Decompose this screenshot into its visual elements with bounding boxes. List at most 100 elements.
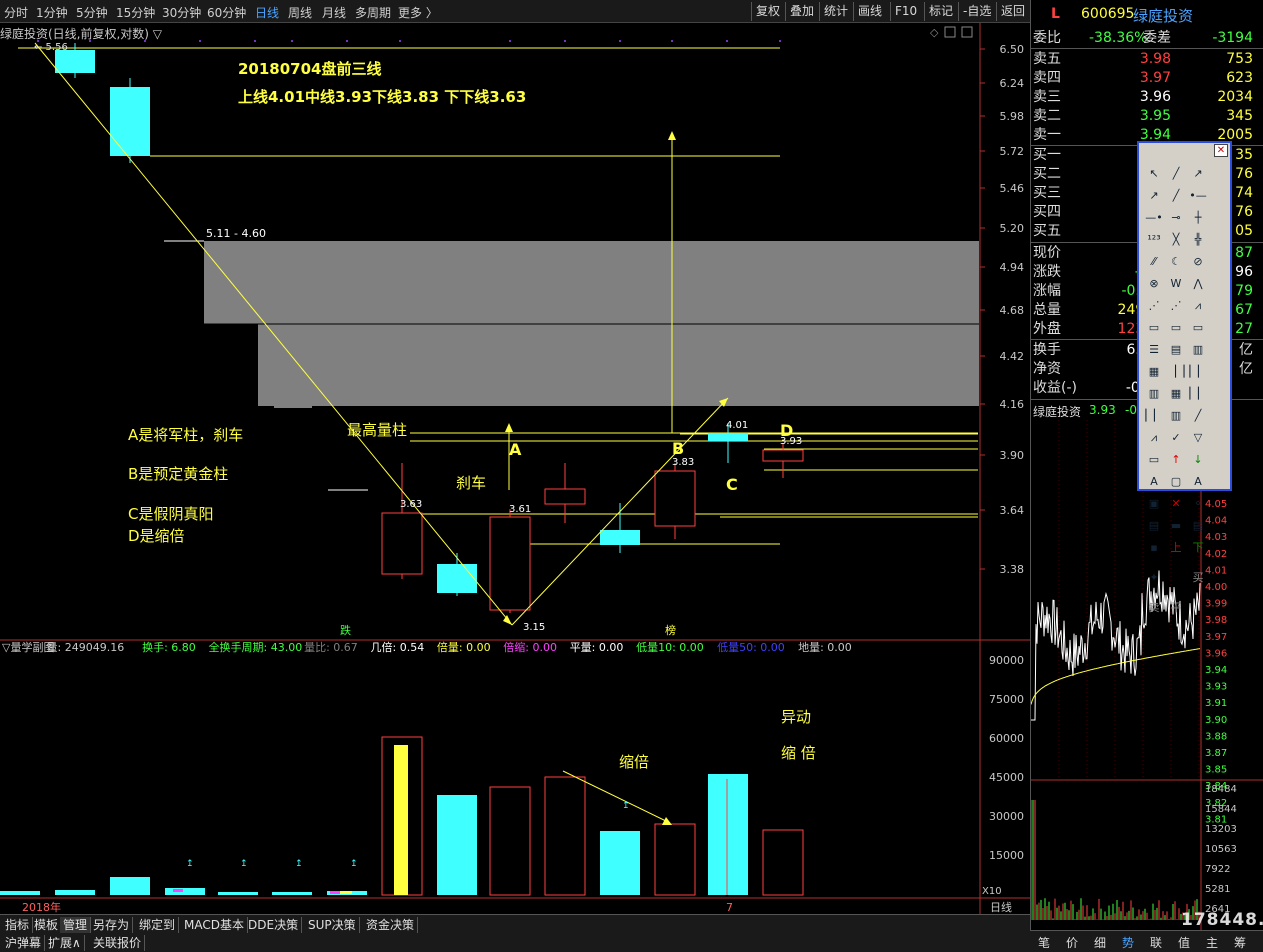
draw-tool-icon-39[interactable]: ▭: [1144, 450, 1164, 470]
draw-tool-icon-53[interactable]: 下: [1188, 538, 1208, 558]
draw-tool-icon-44[interactable]: A: [1188, 472, 1208, 492]
draw-tool-icon-29[interactable]: ▏▏: [1188, 362, 1208, 382]
draw-tool-icon-15[interactable]: ⊗: [1144, 274, 1164, 294]
period-tab-1[interactable]: 1分钟: [36, 4, 68, 21]
draw-tool-icon-26[interactable]: ▥: [1188, 340, 1208, 360]
draw-tool-icon-47[interactable]: ⚬: [1188, 494, 1208, 514]
toolbar-button-2[interactable]: 统计: [819, 2, 852, 21]
period-tab-0[interactable]: 分时: [4, 4, 28, 21]
draw-tool-icon-45[interactable]: ▣: [1144, 494, 1164, 514]
draw-tool-icon-24[interactable]: ☰: [1144, 340, 1164, 360]
draw-tool-icon-28[interactable]: ▕▕: [1166, 362, 1186, 382]
draw-tool-icon-25[interactable]: ▤: [1166, 340, 1186, 360]
draw-tool-icon-50[interactable]: ▤: [1188, 516, 1208, 536]
draw-tool-icon-9[interactable]: ¹²³: [1144, 230, 1164, 250]
draw-tool-icon-30[interactable]: ▥: [1144, 384, 1164, 404]
draw-tool-icon-13[interactable]: ☾: [1166, 252, 1186, 272]
bottom-tab-1[interactable]: 模板: [31, 917, 63, 933]
draw-tool-icon-27[interactable]: ▦: [1144, 362, 1164, 382]
draw-tool-icon-10[interactable]: ╳: [1166, 230, 1186, 250]
toolbar-button-4[interactable]: F10: [890, 2, 921, 21]
period-tab-7[interactable]: 周线: [288, 4, 312, 21]
bottom-tab-2[interactable]: 管理: [60, 917, 92, 933]
draw-tool-icon-42[interactable]: A: [1144, 472, 1164, 492]
draw-tool-icon-55[interactable]: [1166, 560, 1186, 580]
draw-tool-icon-20[interactable]: ⩘: [1188, 296, 1208, 316]
period-tab-5[interactable]: 60分钟: [207, 4, 246, 21]
draw-tool-icon-23[interactable]: ▭: [1188, 318, 1208, 338]
toolbar-button-7[interactable]: 返回: [996, 2, 1029, 21]
period-tab-8[interactable]: 月线: [322, 4, 346, 21]
draw-tool-icon-34[interactable]: ▥: [1166, 406, 1186, 426]
quote-tab-0[interactable]: 笔: [1038, 934, 1050, 951]
bottom-tab-3[interactable]: 另存为: [90, 917, 134, 933]
draw-tool-icon-17[interactable]: ⋀: [1188, 274, 1208, 294]
draw-tool-icon-51[interactable]: ▪: [1144, 538, 1164, 558]
draw-tool-icon-12[interactable]: ⁄⁄: [1144, 252, 1164, 272]
draw-tool-icon-57[interactable]: 卖: [1144, 598, 1164, 618]
draw-tool-icon-22[interactable]: ▭: [1166, 318, 1186, 338]
draw-tool-icon-54[interactable]: ✦: [1144, 568, 1164, 588]
draw-tool-icon-33[interactable]: ▏▏: [1144, 406, 1164, 426]
period-tab-3[interactable]: 15分钟: [116, 4, 155, 21]
quote-tab-7[interactable]: 筹: [1234, 934, 1246, 951]
draw-tool-icon-59[interactable]: [1188, 590, 1208, 610]
draw-tool-icon-11[interactable]: ╬: [1188, 230, 1208, 250]
draw-tool-icon-3[interactable]: ↗: [1144, 186, 1164, 206]
bottom-tab-4[interactable]: 绑定到: [136, 917, 180, 933]
period-tab-9[interactable]: 多周期: [355, 4, 391, 21]
draw-tool-icon-43[interactable]: ▢: [1166, 472, 1186, 492]
bottom-tab-7[interactable]: SUP决策: [305, 917, 360, 933]
quote-tab-6[interactable]: 主: [1206, 934, 1218, 951]
period-tab-6[interactable]: 日线: [255, 4, 279, 21]
draw-tool-icon-52[interactable]: 上: [1166, 538, 1186, 558]
draw-tool-icon-16[interactable]: W: [1166, 274, 1186, 294]
bottom-tab-6[interactable]: DDE决策: [245, 917, 303, 933]
draw-tool-icon-5[interactable]: •—: [1188, 186, 1208, 206]
draw-tool-icon-58[interactable]: 平: [1166, 598, 1186, 618]
draw-tool-icon-14[interactable]: ⊘: [1188, 252, 1208, 272]
close-icon[interactable]: ✕: [1214, 144, 1228, 157]
draw-tool-icon-7[interactable]: ⊸: [1166, 208, 1186, 228]
draw-tool-icon-32[interactable]: ▏▏: [1188, 384, 1208, 404]
draw-tool-icon-37[interactable]: ✓: [1166, 428, 1186, 448]
draw-tool-icon-6[interactable]: —•: [1144, 208, 1164, 228]
toolbar-button-6[interactable]: -自选: [958, 2, 995, 21]
drawing-tools-palette[interactable]: ✕ ↖ ╱ ↗↗ ╱ •——• ⊸ ┼¹²³ ╳ ╬⁄⁄ ☾ ⊘⊗ W ⋀⋰ ⋰ ⩘▭ ▭ ▭☰ ▤ ▥▦ ▕▕ ▏▏▥…: [1137, 141, 1232, 614]
quote-tab-5[interactable]: 值: [1178, 934, 1190, 951]
quote-tab-4[interactable]: 联: [1150, 934, 1162, 951]
draw-tool-icon-21[interactable]: ▭: [1144, 318, 1164, 338]
draw-tool-icon-35[interactable]: ╱: [1188, 406, 1208, 426]
draw-tool-icon-40[interactable]: ↑: [1166, 450, 1186, 470]
period-tab-10[interactable]: 更多 〉: [398, 4, 438, 21]
draw-tool-icon-38[interactable]: ▽: [1188, 428, 1208, 448]
bottom-tab2-1[interactable]: 扩展∧: [45, 935, 85, 951]
draw-tool-icon-2[interactable]: ↗: [1188, 164, 1208, 184]
draw-tool-icon-0[interactable]: ↖: [1144, 164, 1164, 184]
bottom-tab2-2[interactable]: 关联报价: [90, 935, 146, 951]
draw-tool-icon-46[interactable]: ✕: [1166, 494, 1186, 514]
draw-tool-icon-31[interactable]: ▦: [1166, 384, 1186, 404]
toolbar-button-3[interactable]: 画线: [853, 2, 886, 21]
toolbar-button-0[interactable]: 复权: [751, 2, 784, 21]
period-tab-2[interactable]: 5分钟: [76, 4, 108, 21]
toolbar-button-5[interactable]: 标记: [924, 2, 957, 21]
draw-tool-icon-19[interactable]: ⋰: [1166, 296, 1186, 316]
bottom-tab-8[interactable]: 资金决策: [363, 917, 419, 933]
draw-tool-icon-18[interactable]: ⋰: [1144, 296, 1164, 316]
quote-tab-3[interactable]: 势: [1122, 934, 1134, 951]
toolbar-button-1[interactable]: 叠加: [785, 2, 818, 21]
draw-tool-icon-49[interactable]: ▬: [1166, 516, 1186, 536]
quote-tab-2[interactable]: 细: [1094, 934, 1106, 951]
draw-tool-icon-41[interactable]: ↓: [1188, 450, 1208, 470]
draw-tool-icon-48[interactable]: ▤: [1144, 516, 1164, 536]
draw-tool-icon-4[interactable]: ╱: [1166, 186, 1186, 206]
bottom-tab2-0[interactable]: 沪弹幕: [2, 935, 46, 951]
bottom-tab-5[interactable]: MACD基本: [181, 917, 248, 933]
quote-tab-1[interactable]: 价: [1066, 934, 1078, 951]
draw-tool-icon-36[interactable]: ⩘: [1144, 428, 1164, 448]
period-tab-4[interactable]: 30分钟: [162, 4, 201, 21]
draw-tool-icon-8[interactable]: ┼: [1188, 208, 1208, 228]
draw-tool-icon-1[interactable]: ╱: [1166, 164, 1186, 184]
bottom-tab-0[interactable]: 指标: [2, 917, 34, 933]
